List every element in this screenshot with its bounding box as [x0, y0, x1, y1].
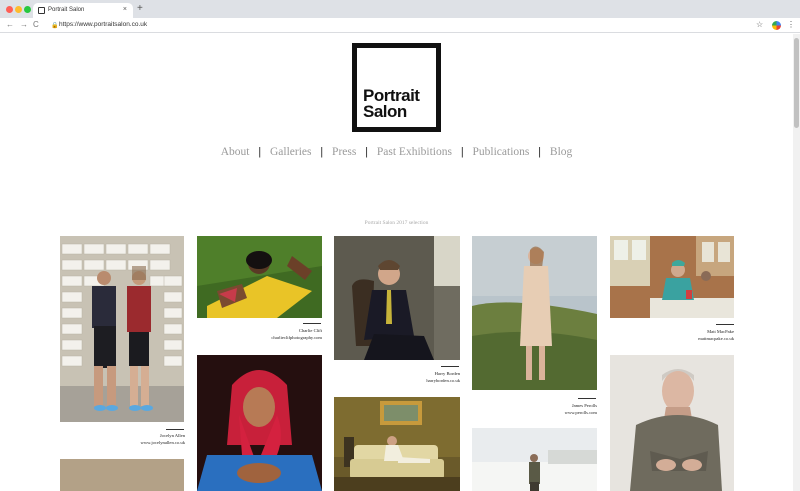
nav-publications[interactable]: Publications [464, 146, 539, 158]
photo-credit: Jocelyn Allen www.jocelynallen.co.uk [60, 432, 185, 446]
maximize-window-button[interactable] [24, 6, 31, 13]
photographer-name: Jocelyn Allen [159, 433, 185, 438]
portrait-photo-matt-macpake[interactable] [610, 236, 734, 318]
photo-credit: Harry Borden harryborden.co.uk [334, 370, 460, 384]
reload-icon[interactable]: C [33, 20, 39, 29]
address-bar[interactable]: https://www.portraitsalon.co.uk [59, 21, 147, 28]
minimize-window-button[interactable] [15, 6, 22, 13]
nav-past-exhibitions[interactable]: Past Exhibitions [368, 146, 461, 158]
portrait-photo-red-hijab[interactable] [197, 355, 322, 491]
lock-icon: 🔒 [51, 23, 59, 29]
photo-credit: Charlie Clift charlieclifphotography.com [197, 327, 322, 341]
main-nav: About | Galleries | Press | Past Exhibitions | P… [0, 146, 793, 158]
browser-menu-icon[interactable]: ⋮ [787, 20, 795, 29]
photographer-site[interactable]: mattmacpake.co.uk [610, 335, 734, 342]
portrait-photo-snow[interactable] [472, 428, 597, 491]
nav-blog[interactable]: Blog [541, 146, 581, 158]
photographer-name: James Perolls [571, 403, 597, 408]
credit-divider [441, 366, 459, 367]
photographer-name: Harry Borden [434, 371, 460, 376]
browser-toolbar: ← → C 🔒 https://www.portraitsalon.co.uk … [0, 18, 800, 33]
credit-divider [578, 398, 596, 399]
photographer-site[interactable]: www.jocelynallen.co.uk [60, 439, 185, 446]
browser-tab-strip: Portrait Salon × + [0, 0, 800, 18]
close-window-button[interactable] [6, 6, 13, 13]
close-tab-icon[interactable]: × [123, 6, 127, 13]
tab-title: Portrait Salon [48, 7, 85, 13]
photo-credit: James Perolls www.perolls.com [472, 402, 597, 416]
back-icon[interactable]: ← [6, 20, 14, 29]
credit-divider [303, 323, 321, 324]
nav-about[interactable]: About [212, 146, 259, 158]
site-logo[interactable]: Portrait Salon [352, 43, 441, 132]
browser-tab[interactable]: Portrait Salon × [33, 3, 133, 18]
credit-divider [716, 324, 734, 325]
portrait-photo-elderly-man[interactable] [610, 355, 734, 491]
photo-credit: Matt MacPake mattmacpake.co.uk [610, 328, 734, 342]
photographer-name: Matt MacPake [707, 329, 734, 334]
portrait-photo-james-perolls[interactable] [472, 236, 597, 390]
page-scrollbar[interactable] [793, 34, 800, 491]
logo-text: Portrait Salon [363, 87, 420, 121]
logo-line-2: Salon [363, 102, 407, 121]
portrait-photo[interactable] [60, 459, 184, 491]
favicon-icon [38, 7, 45, 14]
photographer-site[interactable]: www.perolls.com [472, 409, 597, 416]
forward-icon[interactable]: → [20, 20, 28, 29]
new-tab-button[interactable]: + [137, 3, 143, 14]
portrait-photo-jocelyn-allen[interactable] [60, 236, 184, 422]
profile-avatar[interactable] [772, 21, 781, 30]
portrait-photo-sofa[interactable] [334, 397, 460, 491]
scrollbar-thumb[interactable] [794, 38, 799, 128]
bookmark-star-icon[interactable]: ☆ [756, 20, 763, 29]
section-caption: Portrait Salon 2017 selection [364, 220, 429, 226]
nav-galleries[interactable]: Galleries [261, 146, 321, 158]
photographer-site[interactable]: charlieclifphotography.com [197, 334, 322, 341]
nav-press[interactable]: Press [323, 146, 365, 158]
credit-divider [166, 429, 184, 430]
portrait-photo-harry-borden[interactable] [334, 236, 460, 360]
photographer-name: Charlie Clift [298, 328, 322, 333]
portrait-photo-charlie-clift[interactable] [197, 236, 322, 318]
photographer-site[interactable]: harryborden.co.uk [334, 377, 460, 384]
